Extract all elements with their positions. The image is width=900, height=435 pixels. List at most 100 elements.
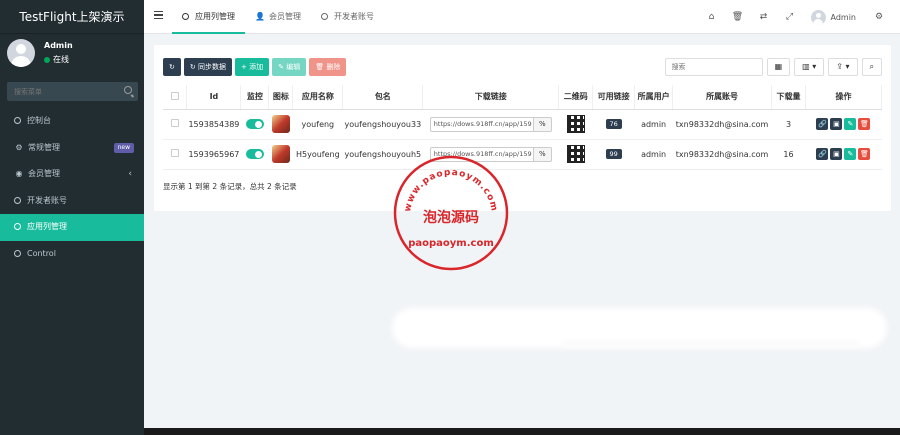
sidebar-item-members[interactable]: ◉ 会员管理 ‹ <box>0 161 144 188</box>
circle-icon <box>14 196 21 204</box>
tab-app-management[interactable]: 应用列管理 <box>172 0 245 34</box>
sidebar-item-developer[interactable]: 开发者账号 <box>0 188 144 215</box>
cell-name: H5youfeng <box>292 139 343 170</box>
menu-search <box>7 82 138 101</box>
table-view-icon[interactable]: ▦ <box>766 58 791 76</box>
watermark-middle-text: 泡泡源码 <box>423 209 479 226</box>
cell-name: youfeng <box>292 109 343 140</box>
search-icon[interactable] <box>124 86 132 94</box>
column-header[interactable]: 所属账号 <box>672 85 773 110</box>
column-header[interactable]: 可用链接 <box>592 85 636 110</box>
sync-button[interactable]: ↻ 同步数据 <box>183 58 232 76</box>
chevron-left-icon: ‹ <box>128 169 132 179</box>
edit-button[interactable]: ✎ 编辑 <box>272 58 307 76</box>
tab-developer[interactable]: 开发者账号 <box>311 0 384 34</box>
delete-label: 删除 <box>326 63 341 71</box>
row-checkbox[interactable] <box>170 149 179 157</box>
trash-icon[interactable]: 🗑 <box>725 12 751 22</box>
table-row[interactable]: 1593965967 H5youfeng youfengshouyouh5 % … <box>163 139 882 170</box>
tab-label: 应用列管理 <box>195 12 235 21</box>
edit-pencil-icon[interactable]: ✎ <box>844 148 857 160</box>
status-text: 在线 <box>53 55 69 64</box>
select-all-header[interactable] <box>163 85 188 110</box>
apps-table: Id 监控 图标 应用名称 包名 下载链接 二维码 可用链接 所属用户 所属账号… <box>163 85 883 170</box>
add-button[interactable]: + 添加 <box>234 58 270 76</box>
watermark-top-text: www.paopaoym.com <box>403 168 498 213</box>
refresh-button[interactable]: ↻ <box>163 58 181 76</box>
column-header[interactable]: 二维码 <box>558 85 594 110</box>
column-header[interactable]: 包名 <box>342 85 424 110</box>
tab-members[interactable]: 👤 会员管理 <box>245 0 311 34</box>
column-header[interactable]: 下载链接 <box>422 85 560 110</box>
app-icon-image <box>271 145 290 163</box>
sidebar-item-control[interactable]: Control <box>0 241 144 268</box>
cell-account: txn98332dh@sina.com <box>672 109 772 140</box>
sidebar-item-label: 常规管理 <box>28 142 60 152</box>
search-icon[interactable]: ⌕ <box>861 58 882 76</box>
column-header[interactable]: 应用名称 <box>292 85 344 110</box>
circle-icon <box>182 13 189 20</box>
table-search-input[interactable] <box>664 58 763 76</box>
delete-button[interactable]: 🗑 删除 <box>309 58 347 76</box>
edit-pencil-icon[interactable]: ✎ <box>844 118 857 130</box>
brand-title[interactable]: TestFlight上架演示 <box>0 0 144 34</box>
menu-search-input[interactable] <box>7 82 117 101</box>
select-all-checkbox[interactable] <box>170 91 179 100</box>
cell-user: admin <box>634 139 673 170</box>
delete-trash-icon[interactable]: 🗑 <box>858 118 871 130</box>
sidebar-item-dashboard[interactable]: 控制台 <box>0 108 144 135</box>
app-icon-image <box>271 115 290 133</box>
watermark-bottom-text: paopaoym.com <box>408 238 494 249</box>
new-badge: new <box>113 142 134 153</box>
column-header[interactable]: 所属用户 <box>634 85 674 110</box>
qrcode-icon[interactable] <box>566 115 585 133</box>
top-user-name[interactable]: Admin <box>831 13 857 22</box>
link-icon[interactable]: 🔗 <box>816 148 829 160</box>
fullscreen-icon[interactable]: ⤢ <box>777 12 803 22</box>
link-icon[interactable]: 🔗 <box>816 118 829 130</box>
cell-qrcode <box>558 109 593 140</box>
row-select[interactable] <box>163 109 187 140</box>
menu-toggle-icon[interactable] <box>154 11 163 19</box>
cell-available: 76 <box>592 109 635 140</box>
cell-package: youfengshouyou33 <box>342 109 423 140</box>
save-icon[interactable]: ▣ <box>830 148 843 160</box>
row-checkbox[interactable] <box>170 119 179 127</box>
monitor-toggle[interactable] <box>245 149 264 159</box>
download-link-input[interactable] <box>429 116 534 132</box>
status-dot-icon <box>44 56 50 63</box>
add-label: 添加 <box>249 63 264 71</box>
link-copy-icon[interactable]: % <box>533 116 552 132</box>
column-header[interactable]: 监控 <box>240 85 270 110</box>
cell-id: 1593854389 <box>186 109 241 140</box>
delete-trash-icon[interactable]: 🗑 <box>858 148 871 160</box>
circle-icon <box>320 13 328 20</box>
sidebar-item-general[interactable]: ⚙ 常规管理 new <box>0 135 144 162</box>
export-dropdown-icon[interactable]: ⇪ ▾ <box>828 58 858 76</box>
link-copy-icon[interactable]: % <box>533 146 552 162</box>
column-header[interactable]: 下载量 <box>771 85 806 110</box>
qrcode-icon[interactable] <box>566 145 585 163</box>
sidebar-item-apps[interactable]: 应用列管理 <box>0 214 144 241</box>
circle-icon <box>14 117 21 124</box>
home-icon[interactable]: ⌂ <box>699 12 725 22</box>
cell-downloads: 16 <box>771 139 806 170</box>
watermark-stamp: www.paopaoym.com 泡泡源码 paopaoym.com <box>393 155 509 271</box>
top-avatar[interactable] <box>810 9 826 25</box>
table-row[interactable]: 1593854389 youfeng youfengshouyou33 % 76… <box>163 109 882 140</box>
translate-icon[interactable]: ⇄ <box>751 12 777 22</box>
save-icon[interactable]: ▣ <box>830 118 843 130</box>
cell-actions: 🔗 ▣ ✎ 🗑 <box>805 109 882 140</box>
column-header[interactable]: 图标 <box>268 85 294 110</box>
columns-dropdown-icon[interactable]: ▥ ▾ <box>794 58 825 76</box>
blurred-overlay <box>560 340 860 348</box>
top-right-tools: ⌂ 🗑 ⇄ ⤢ Admin ⚙ <box>699 0 893 34</box>
user-icon: 👤 <box>255 12 265 21</box>
cell-actions: 🔗 ▣ ✎ 🗑 <box>805 139 882 170</box>
monitor-toggle[interactable] <box>245 119 264 129</box>
column-header: 操作 <box>805 85 883 110</box>
column-header[interactable]: Id <box>186 85 242 110</box>
row-select[interactable] <box>163 139 187 170</box>
download-link-group: % <box>429 116 552 132</box>
gears-icon[interactable]: ⚙ <box>866 12 892 22</box>
